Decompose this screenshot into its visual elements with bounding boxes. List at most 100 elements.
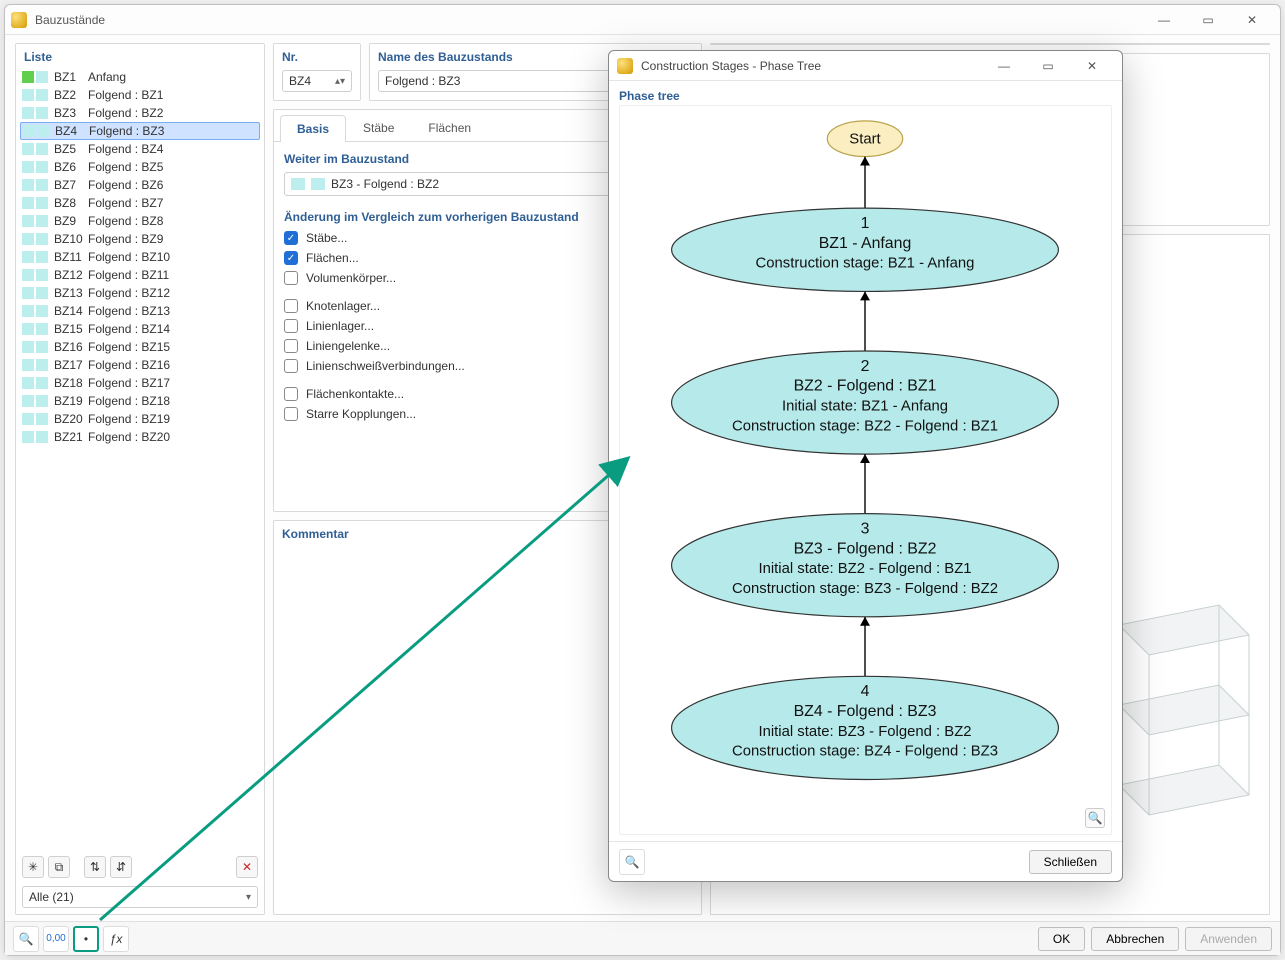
help-icon-button[interactable]: 🔍 (619, 849, 645, 875)
list-item[interactable]: BZ6Folgend : BZ5 (20, 158, 260, 176)
dialog-maximize-button[interactable]: ▭ (1026, 52, 1070, 80)
svg-text:Start: Start (849, 132, 881, 148)
checkbox-icon (284, 387, 298, 401)
list-panel: Liste BZ1AnfangBZ2Folgend : BZ1BZ3Folgen… (15, 43, 265, 915)
dialog-title: Construction Stages - Phase Tree (641, 59, 982, 73)
info-icon-button[interactable]: 🔍 (13, 926, 39, 952)
chevron-down-icon: ▾ (246, 892, 251, 903)
delete-button[interactable]: ✕ (236, 856, 258, 878)
continue-value: BZ3 - Folgend : BZ2 (331, 177, 439, 191)
svg-text:Construction stage: BZ2 - Folg: Construction stage: BZ2 - Folgend : BZ1 (732, 418, 998, 434)
app-icon (11, 12, 27, 28)
list-item[interactable]: BZ16Folgend : BZ15 (20, 338, 260, 356)
svg-text:Construction stage: BZ1 - Anfa: Construction stage: BZ1 - Anfang (756, 256, 975, 272)
list-item[interactable]: BZ2Folgend : BZ1 (20, 86, 260, 104)
name-value: Folgend : BZ3 (385, 74, 460, 88)
checkbox-label: Liniengelenke... (306, 339, 390, 353)
checkbox-icon (284, 299, 298, 313)
list-item[interactable]: BZ3Folgend : BZ2 (20, 104, 260, 122)
svg-text:Initial state: BZ2 - Folgend :: Initial state: BZ2 - Folgend : BZ1 (758, 561, 971, 577)
new-button[interactable]: ✳ (22, 856, 44, 878)
tab-basis[interactable]: Basis (280, 115, 346, 142)
nr-title: Nr. (274, 44, 360, 68)
svg-text:BZ3 - Folgend : BZ2: BZ3 - Folgend : BZ2 (794, 540, 937, 557)
list-item[interactable]: BZ20Folgend : BZ19 (20, 410, 260, 428)
formula-button[interactable]: ƒx (103, 926, 129, 952)
list-item[interactable]: BZ18Folgend : BZ17 (20, 374, 260, 392)
list-item[interactable]: BZ11Folgend : BZ10 (20, 248, 260, 266)
svg-text:BZ2 - Folgend : BZ1: BZ2 - Folgend : BZ1 (794, 378, 937, 395)
list-item[interactable]: BZ21Folgend : BZ20 (20, 428, 260, 446)
model-preview-icon (1099, 565, 1259, 825)
window-title: Bauzustände (35, 13, 1142, 27)
stages-list[interactable]: BZ1AnfangBZ2Folgend : BZ1BZ3Folgend : BZ… (16, 68, 264, 850)
nr-field[interactable]: BZ4 ▴▾ (282, 70, 352, 92)
checkbox-label: Volumenkörper... (306, 271, 396, 285)
dialog-close-ok-button[interactable]: Schließen (1029, 850, 1112, 874)
apply-button[interactable]: Anwenden (1185, 927, 1272, 951)
maximize-button[interactable]: ▭ (1186, 6, 1230, 34)
phase-tree-label: Phase tree (619, 87, 1112, 105)
svg-text:3: 3 (861, 520, 870, 537)
checkbox-icon: ✓ (284, 231, 298, 245)
checkbox-icon (284, 339, 298, 353)
list-title: Liste (16, 44, 264, 68)
ok-button[interactable]: OK (1038, 927, 1085, 951)
list-item[interactable]: BZ10Folgend : BZ9 (20, 230, 260, 248)
svg-text:Construction stage: BZ4 - Folg: Construction stage: BZ4 - Folgend : BZ3 (732, 744, 998, 760)
list-item[interactable]: BZ8Folgend : BZ7 (20, 194, 260, 212)
dialog-minimize-button[interactable]: — (982, 52, 1026, 80)
list-item[interactable]: BZ4Folgend : BZ3 (20, 122, 260, 140)
checkbox-label: Knotenlager... (306, 299, 380, 313)
phase-tree-canvas[interactable]: Start1BZ1 - AnfangConstruction stage: BZ… (619, 105, 1112, 835)
list-item[interactable]: BZ19Folgend : BZ18 (20, 392, 260, 410)
checkbox-icon (284, 319, 298, 333)
svg-text:2: 2 (861, 358, 870, 375)
list-item[interactable]: BZ12Folgend : BZ11 (20, 266, 260, 284)
filter-value: Alle (21) (29, 890, 74, 904)
checkbox-icon (284, 271, 298, 285)
app-icon (617, 58, 633, 74)
main-titlebar: Bauzustände — ▭ ✕ (5, 5, 1280, 35)
sort-desc-button[interactable]: ⇵ (110, 856, 132, 878)
dialog-footer: 🔍 Schließen (609, 841, 1122, 881)
minimize-button[interactable]: — (1142, 6, 1186, 34)
units-button[interactable]: 0,00 (43, 926, 69, 952)
list-item[interactable]: BZ17Folgend : BZ16 (20, 356, 260, 374)
footer: 🔍 0,00 • ƒx OK Abbrechen Anwenden (5, 921, 1280, 955)
list-item[interactable]: BZ5Folgend : BZ4 (20, 140, 260, 158)
checkbox-label: Flächen... (306, 251, 359, 265)
dialog-close-button[interactable]: ✕ (1070, 52, 1114, 80)
checkbox-icon (284, 407, 298, 421)
list-toolbar: ✳ ⧉ ⇅ ⇵ ✕ (16, 850, 264, 882)
phase-tree-button[interactable]: • (73, 926, 99, 952)
phase-tree-dialog: Construction Stages - Phase Tree — ▭ ✕ P… (608, 50, 1123, 882)
checkbox-label: Starre Kopplungen... (306, 407, 416, 421)
checkbox-label: Linienlager... (306, 319, 374, 333)
checkbox-label: Stäbe... (306, 231, 347, 245)
sort-asc-button[interactable]: ⇅ (84, 856, 106, 878)
close-button[interactable]: ✕ (1230, 6, 1274, 34)
svg-text:Construction stage: BZ3 - Folg: Construction stage: BZ3 - Folgend : BZ2 (732, 581, 998, 597)
checkbox-icon (284, 359, 298, 373)
svg-text:4: 4 (861, 683, 870, 700)
tab-flächen[interactable]: Flächen (411, 114, 488, 141)
list-item[interactable]: BZ14Folgend : BZ13 (20, 302, 260, 320)
cancel-button[interactable]: Abbrechen (1091, 927, 1179, 951)
nr-value: BZ4 (289, 74, 311, 88)
checkbox-label: Flächenkontakte... (306, 387, 404, 401)
svg-text:BZ4 - Folgend : BZ3: BZ4 - Folgend : BZ3 (794, 703, 937, 720)
list-item[interactable]: BZ15Folgend : BZ14 (20, 320, 260, 338)
list-item[interactable]: BZ7Folgend : BZ6 (20, 176, 260, 194)
list-item[interactable]: BZ9Folgend : BZ8 (20, 212, 260, 230)
svg-text:1: 1 (861, 215, 870, 232)
checkbox-label: Linienschweißverbindungen... (306, 359, 465, 373)
list-item[interactable]: BZ1Anfang (20, 68, 260, 86)
list-item[interactable]: BZ13Folgend : BZ12 (20, 284, 260, 302)
checkbox-icon: ✓ (284, 251, 298, 265)
filter-dropdown[interactable]: Alle (21) ▾ (22, 886, 258, 908)
zoom-reset-icon[interactable]: 🔍 (1085, 808, 1105, 828)
copy-button[interactable]: ⧉ (48, 856, 70, 878)
tab-stäbe[interactable]: Stäbe (346, 114, 411, 141)
stepper-icon: ▴▾ (335, 76, 345, 87)
